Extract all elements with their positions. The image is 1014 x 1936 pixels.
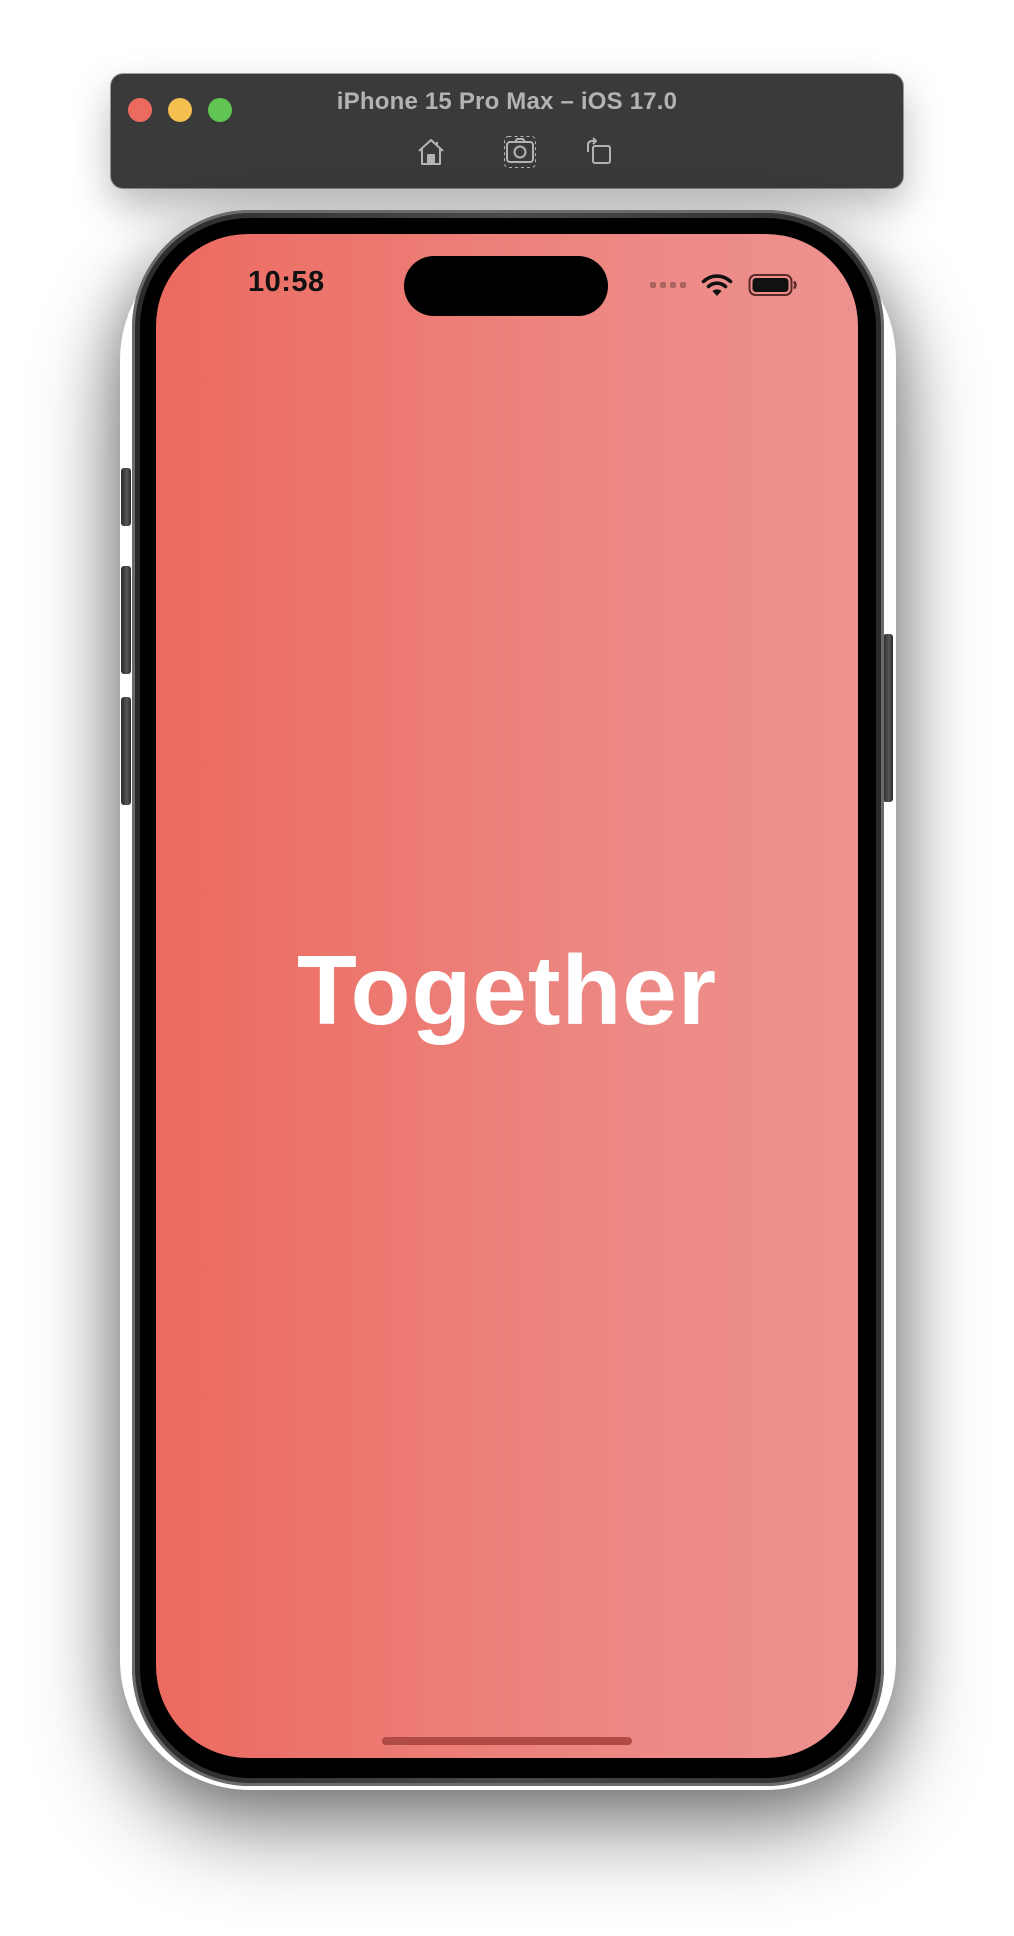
dynamic-island (404, 256, 608, 316)
wifi-icon (701, 274, 733, 296)
status-icons (650, 272, 798, 298)
home-button[interactable] (414, 135, 448, 169)
screenshot-icon (504, 136, 536, 168)
app-screen: 10:58 Together (156, 234, 858, 1758)
app-title: Together (297, 935, 717, 1045)
status-time: 10:58 (248, 266, 325, 298)
screenshot-button[interactable] (503, 135, 537, 169)
home-indicator[interactable] (382, 1737, 632, 1745)
simulator-title-bar: iPhone 15 Pro Max – iOS 17.0 (111, 74, 903, 188)
rotate-button[interactable] (582, 135, 616, 169)
window-title: iPhone 15 Pro Max – iOS 17.0 (336, 88, 678, 115)
volume-down-button[interactable] (121, 697, 131, 805)
volume-up-button[interactable] (121, 566, 131, 674)
battery-icon (748, 274, 797, 296)
simulator-stage: iPhone 15 Pro Max – iOS 17.0 10:58 Toget… (0, 0, 1014, 1936)
rotate-icon (587, 137, 611, 164)
action-button[interactable] (121, 468, 131, 526)
home-icon (418, 139, 444, 165)
side-power-button[interactable] (883, 634, 893, 802)
signal-icon (650, 282, 686, 288)
